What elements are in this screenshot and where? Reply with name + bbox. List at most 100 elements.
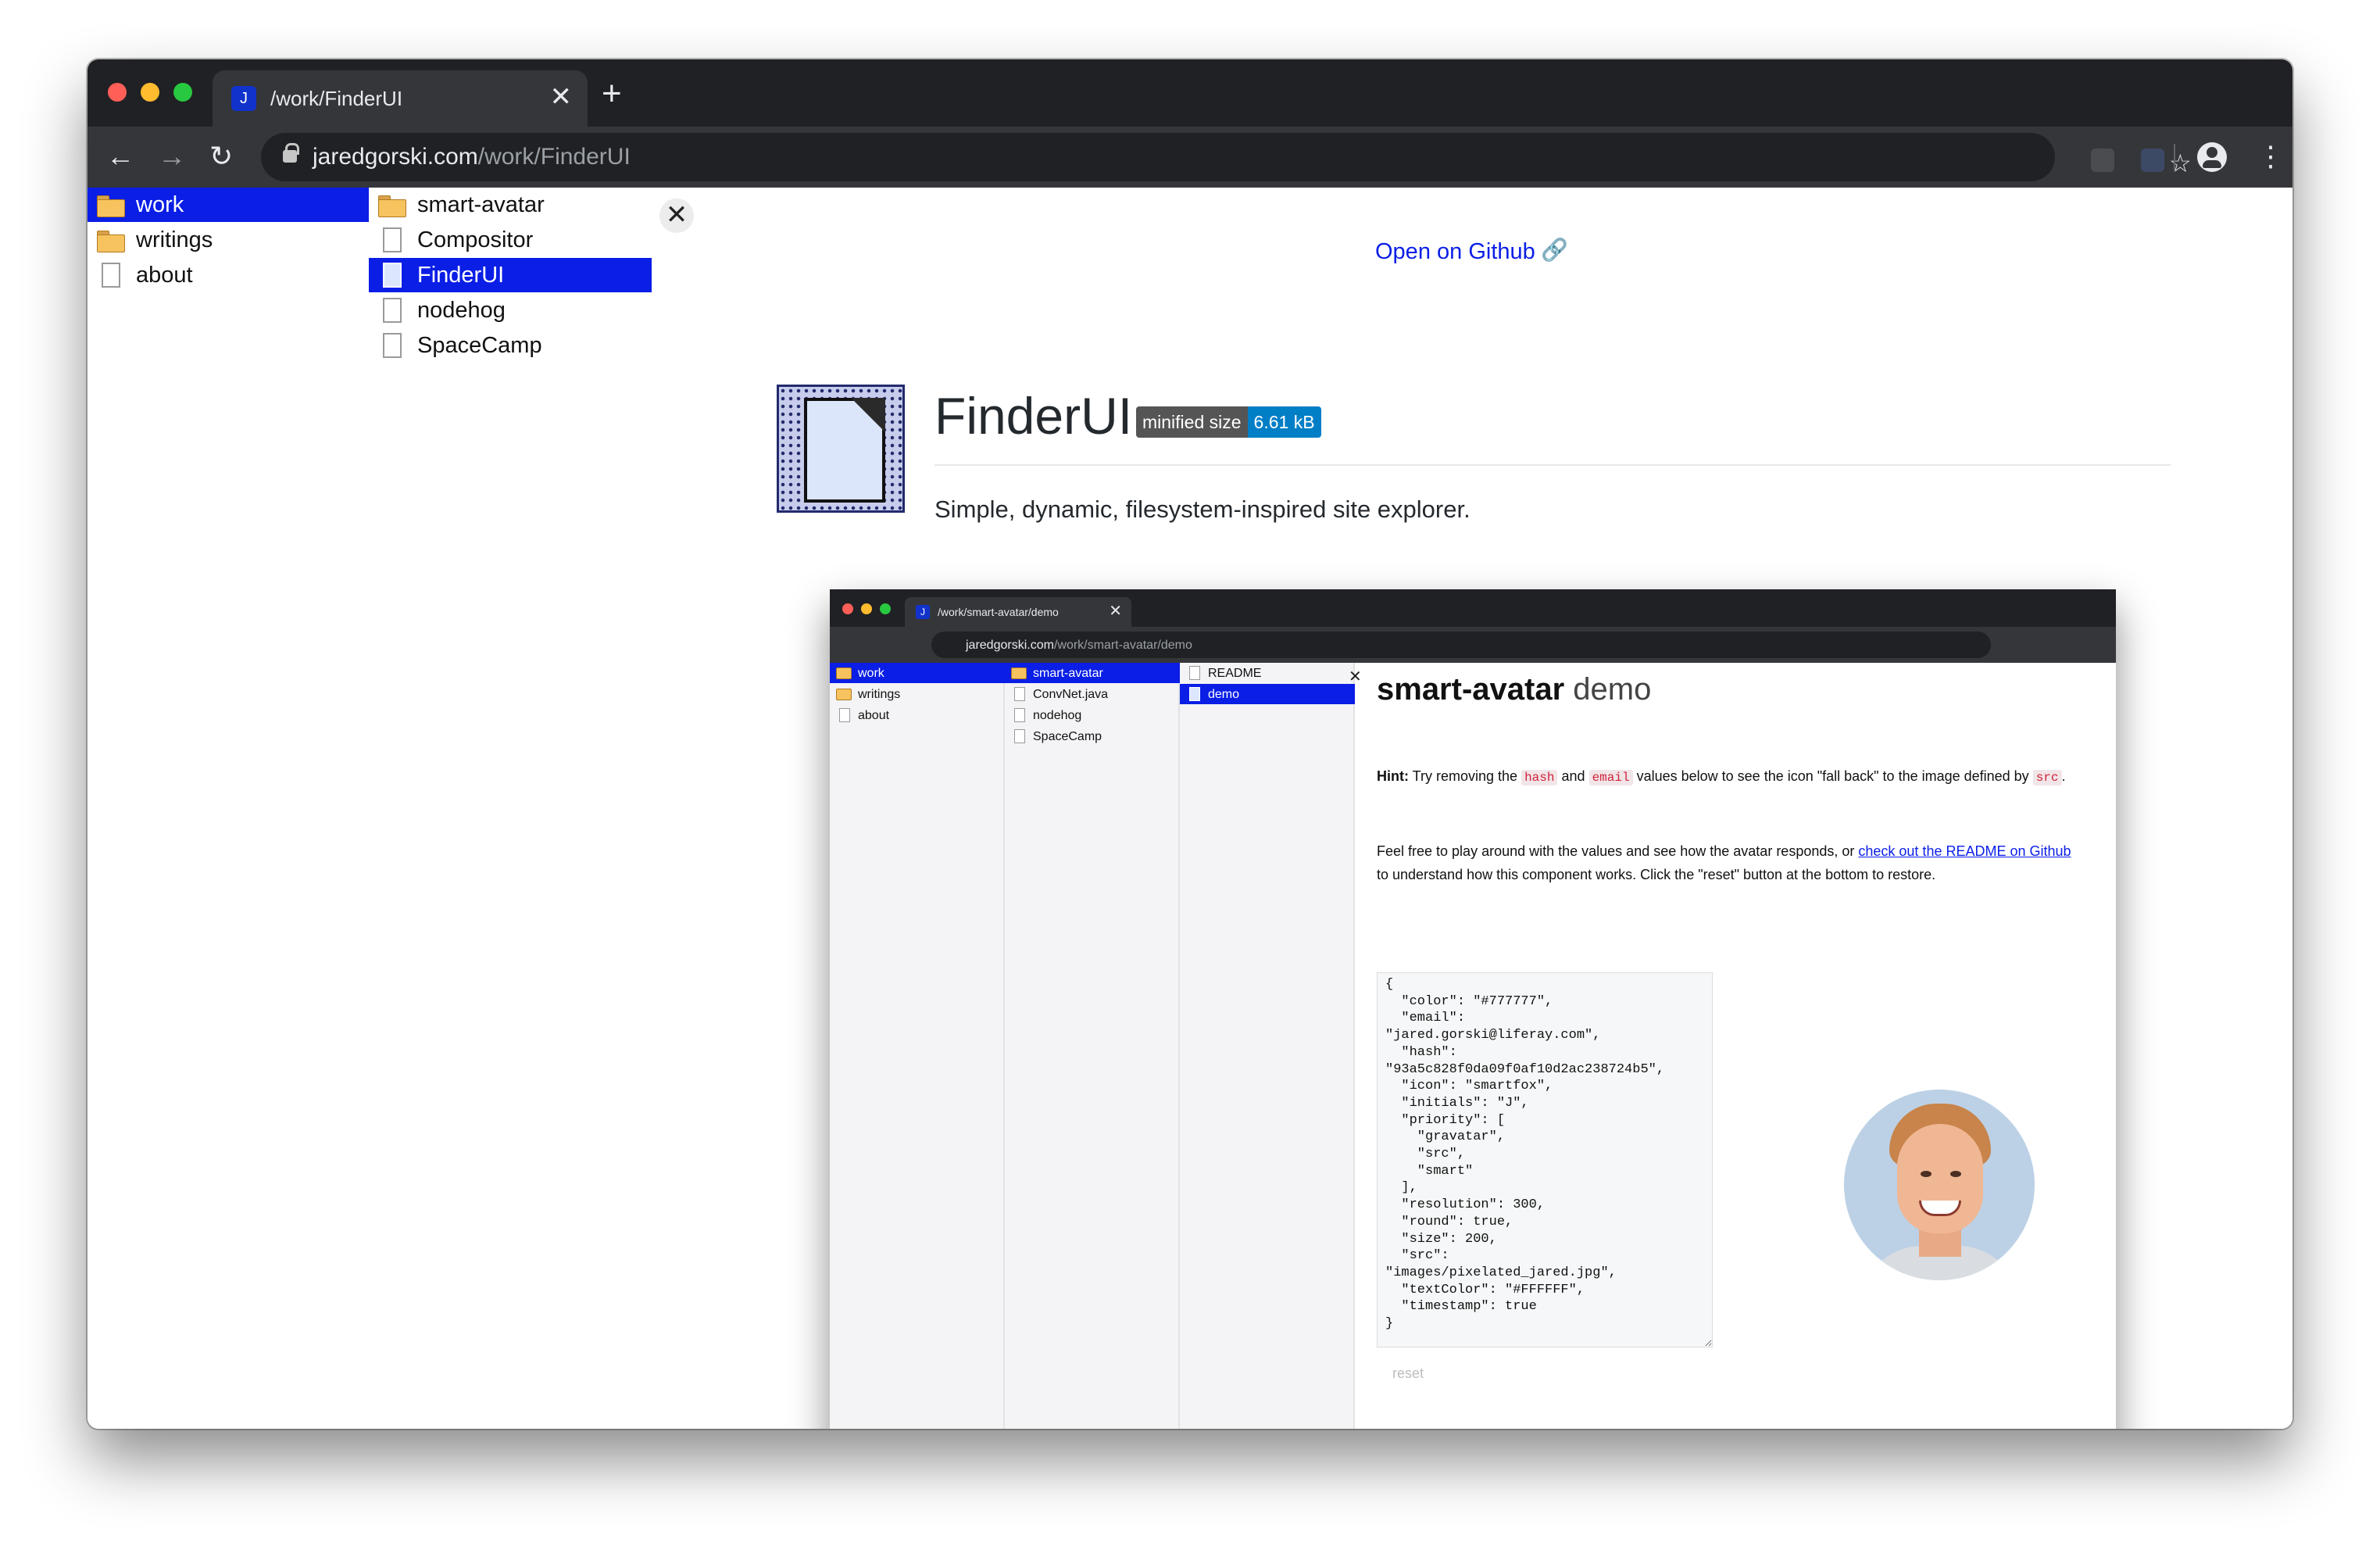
file-icon: [1014, 708, 1025, 722]
folder-icon: [836, 667, 852, 679]
hint-text-2: and: [1561, 768, 1585, 784]
finder-item-label: demo: [1208, 688, 1240, 701]
finderui-logo: [777, 385, 905, 513]
size-badge: minified size 6.61 kB: [1136, 406, 1321, 438]
hint-text-3: values below to see the icon "fall back"…: [1636, 768, 2029, 784]
finder-item-label: work: [858, 667, 884, 680]
finder-item-convnet-java: ConvNet.java: [1005, 684, 1180, 704]
screenshot-content: work writings about smart-avatar ConvNet.ja…: [830, 663, 2116, 1429]
hint-text-1: Try removing the: [1412, 768, 1518, 784]
file-icon: [839, 708, 850, 722]
screenshot-title-bar: J /work/smart-avatar/demo ✕: [830, 589, 2116, 627]
title-bar: J /work/FinderUI ✕ +: [88, 59, 2292, 127]
screenshot-column-2: smart-avatar ConvNet.java nodehog SpaceCamp: [1005, 663, 1180, 1429]
finder-item-readme: README: [1180, 663, 1355, 683]
extension-icon[interactable]: [2091, 149, 2114, 172]
file-icon: [1014, 687, 1025, 701]
file-icon: [383, 263, 402, 288]
hint-code-src: src: [2032, 770, 2062, 786]
profile-icon[interactable]: [2197, 142, 2227, 172]
file-icon: [1014, 729, 1025, 743]
badge-label: minified size: [1136, 406, 1248, 438]
screenshot-address-bar: jaredgorski.com/work/smart-avatar/demo: [931, 632, 1991, 658]
finder-item-smart-avatar: smart-avatar: [1005, 663, 1180, 683]
back-button[interactable]: ←: [106, 141, 134, 172]
para2-text-1: Feel free to play around with the values…: [1377, 843, 1855, 859]
file-icon: [102, 263, 120, 288]
screenshot-tab-title: /work/smart-avatar/demo: [938, 606, 1059, 618]
finder-item-label: about: [858, 709, 890, 722]
file-icon: [383, 298, 402, 323]
finder-item-label: SpaceCamp: [417, 333, 542, 358]
finder-item-label: Compositor: [417, 227, 534, 252]
demo-screenshot: J /work/smart-avatar/demo ✕ jaredgorski.…: [830, 589, 2116, 1429]
folder-icon: [836, 689, 852, 700]
finder-item-demo: demo: [1180, 684, 1355, 704]
tab-title: /work/FinderUI: [270, 87, 403, 110]
screenshot-url-host: jaredgorski.com: [966, 639, 1054, 652]
url-host: jaredgorski.com: [313, 144, 478, 170]
finder-item-label: SpaceCamp: [1033, 730, 1102, 743]
link-icon: 🔗: [1541, 238, 1568, 262]
new-tab-button[interactable]: +: [602, 77, 622, 111]
file-icon: [383, 333, 402, 358]
finder-item-finderui[interactable]: FinderUI: [369, 258, 652, 292]
address-bar[interactable]: jaredgorski.com/work/FinderUI ☆: [261, 133, 2192, 181]
folder-icon: [378, 195, 406, 217]
finder-item-smart-avatar[interactable]: smart-avatar: [369, 188, 652, 222]
screenshot-minimize-light: [861, 603, 872, 614]
url-text: jaredgorski.com/work/FinderUI: [313, 144, 631, 170]
finder-item-about: about: [830, 705, 1005, 725]
screenshot-column-3: README demo: [1180, 663, 1355, 1429]
hint-code-hash: hash: [1521, 770, 1558, 786]
tab-close-icon[interactable]: ✕: [550, 83, 573, 111]
avatar-eye: [1950, 1171, 1961, 1177]
intro-paragraph: Feel free to play around with the values…: [1377, 839, 2080, 886]
open-on-github-link[interactable]: Open on Github: [1375, 238, 1535, 266]
forward-button[interactable]: →: [158, 141, 186, 172]
hint-text-4: .: [2061, 768, 2066, 784]
maximize-window-button[interactable]: [173, 83, 192, 102]
avatar-face: [1897, 1124, 1983, 1233]
finder-column-1: work writings about: [88, 188, 369, 1429]
browser-tab[interactable]: J /work/FinderUI ✕: [213, 70, 588, 127]
url-path: /work/FinderUI: [477, 144, 631, 170]
finder-item-writings[interactable]: writings: [88, 223, 369, 257]
close-window-button[interactable]: [108, 83, 127, 102]
close-column-icon[interactable]: ✕: [659, 199, 694, 233]
browser-menu-icon[interactable]: ⋮: [2257, 139, 2285, 174]
avatar-photo: [1844, 1090, 2035, 1280]
repo-title: FinderUI: [934, 387, 1133, 445]
readme-link: check out the README on Github: [1858, 843, 2071, 859]
file-icon: [1189, 666, 1200, 680]
minimize-window-button[interactable]: [141, 83, 159, 102]
finder-item-compositor[interactable]: Compositor: [369, 223, 652, 257]
browser-window: J /work/FinderUI ✕ + ← → ↻ jaredgorski.c…: [88, 59, 2292, 1429]
reload-button[interactable]: ↻: [209, 141, 233, 172]
screenshot-favicon-icon: J: [916, 605, 930, 619]
finder-item-label: about: [136, 263, 193, 288]
demo-heading-suffix: demo: [1573, 672, 1652, 707]
finder-item-work[interactable]: work: [88, 188, 369, 222]
config-json-textarea: { "color": "#777777", "email": "jared.go…: [1377, 972, 1713, 1347]
folder-icon: [97, 231, 125, 252]
avatar-eye: [1921, 1171, 1932, 1177]
bookmark-star-icon[interactable]: ☆: [2169, 150, 2192, 177]
hint-paragraph: Hint: Try removing the hash and email va…: [1377, 764, 2080, 789]
shield-extension-icon[interactable]: [2141, 149, 2164, 172]
finder-item-about[interactable]: about: [88, 258, 369, 292]
demo-heading-name: smart-avatar: [1377, 672, 1565, 707]
finder-item-nodehog: nodehog: [1005, 705, 1180, 725]
screenshot-main: smart-avatar demo Hint: Try removing the…: [1377, 663, 2116, 1429]
para2-text-2: to understand how this component works. …: [1377, 867, 1936, 882]
badge-value: 6.61 kB: [1247, 406, 1321, 438]
finder-item-label: nodehog: [417, 298, 506, 323]
finder-item-spacecamp[interactable]: SpaceCamp: [369, 328, 652, 363]
page-content: work writings about smart-avatar Compositor…: [88, 188, 2292, 1429]
screenshot-toolbar: jaredgorski.com/work/smart-avatar/demo: [830, 627, 2116, 663]
finder-item-label: FinderUI: [417, 263, 505, 288]
folder-icon: [1011, 667, 1027, 679]
repo-description: Simple, dynamic, filesystem-inspired sit…: [934, 496, 1471, 523]
finder-item-label: work: [136, 192, 184, 217]
finder-item-nodehog[interactable]: nodehog: [369, 293, 652, 327]
